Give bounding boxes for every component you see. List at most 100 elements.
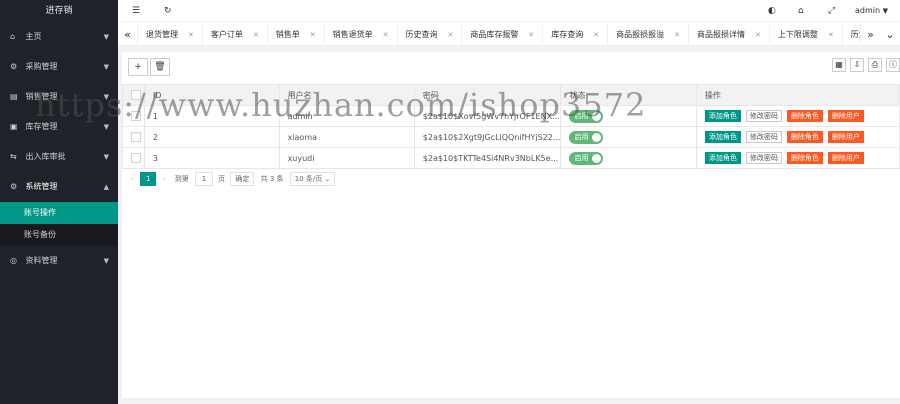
tab-history-2[interactable]: 历史查询✕ — [843, 24, 860, 46]
tab-label: 销售退货单 — [332, 30, 373, 39]
tabs-next-icon[interactable]: » — [860, 24, 880, 46]
cell-password: $2a$10$TKTTe4Si4NRv3NbLK5e... — [413, 147, 562, 169]
cell-id: 2 — [143, 126, 280, 148]
cell-username: xuyudi — [278, 147, 415, 169]
add-icon[interactable]: + — [128, 58, 148, 76]
sidebar-item-data[interactable]: ◎ 资料管理 ▼ — [0, 246, 118, 276]
row-checkbox-cell — [122, 126, 145, 148]
cell-status: 启用 — [560, 147, 697, 169]
close-icon[interactable]: ✕ — [593, 31, 599, 39]
user-name: admin — [854, 6, 881, 15]
skin-icon[interactable]: ◐ — [768, 0, 776, 22]
home-icon: ⌂ — [10, 32, 16, 41]
fullscreen-icon[interactable]: ⤢ — [828, 0, 835, 22]
sidebar-item-home[interactable]: ⌂ 主页 ▼ — [0, 22, 118, 52]
chevron-down-icon: ▼ — [103, 257, 109, 265]
pager-goto-input[interactable]: 1 — [194, 172, 213, 186]
cell-actions: 添加角色 修改密码 删除角色 删除用户 — [695, 147, 900, 169]
tab-history[interactable]: 历史查询 ✕ — [398, 24, 463, 46]
row-checkbox[interactable] — [131, 132, 141, 142]
settings-icon: ⚙ — [10, 182, 18, 191]
user-menu[interactable]: admin ▼ — [855, 0, 888, 22]
add-role-button[interactable]: 添加角色 — [704, 152, 741, 164]
tabs-list: 退货管理 ✕ 客户订单 ✕ 销售单 ✕ 销售退货单 ✕ 历史查询 ✕ 商品库存报警 ✕ 库存查询 ✕ 商品报… — [138, 24, 860, 46]
add-role-button[interactable]: 添加角色 — [704, 110, 741, 122]
sidebar-subitem-account-ops[interactable]: 账号操作 — [0, 202, 118, 224]
sidebar-item-approve[interactable]: ⇆ 出入库审批 ▼ — [0, 142, 118, 172]
close-icon[interactable]: ✕ — [310, 31, 316, 39]
close-icon[interactable]: ✕ — [528, 31, 534, 39]
tab-customer-order[interactable]: 客户订单 ✕ — [203, 24, 268, 46]
close-icon[interactable]: ✕ — [755, 31, 761, 39]
tag-icon[interactable]: ⌂ — [798, 0, 804, 22]
tabs-more-icon[interactable]: ⌄ — [880, 24, 900, 46]
sidebar-item-label: 采购管理 — [25, 62, 58, 71]
tab-sales-return[interactable]: 销售退货单 ✕ — [325, 24, 398, 46]
add-role-button[interactable]: 添加角色 — [704, 131, 741, 143]
close-icon[interactable]: ✕ — [383, 31, 389, 39]
change-password-button[interactable]: 修改密码 — [745, 131, 782, 143]
sidebar-subitem-account-backup[interactable]: 账号备份 — [0, 224, 118, 246]
tab-label: 客户订单 — [210, 30, 243, 39]
pager-page-size-select[interactable]: 10 条/页 ⌄ — [289, 172, 336, 186]
sales-icon: ▤ — [10, 92, 18, 101]
delete-user-button[interactable]: 删除用户 — [827, 110, 864, 122]
gear-icon: ⚙ — [10, 62, 18, 71]
print-icon[interactable]: ⎙ — [868, 58, 882, 72]
tabs-prev-icon[interactable]: « — [118, 24, 138, 46]
column-header-actions[interactable]: 操作 — [695, 84, 900, 106]
chevron-up-icon: ▲ — [103, 183, 109, 191]
close-icon[interactable]: ✕ — [188, 31, 194, 39]
tab-label: 商品报损报溢 — [616, 30, 665, 39]
close-icon[interactable]: ✕ — [448, 31, 454, 39]
change-password-button[interactable]: 修改密码 — [745, 110, 782, 122]
tab-stock-query[interactable]: 库存查询 ✕ — [543, 24, 609, 46]
chevron-down-icon: ▼ — [103, 63, 109, 71]
close-icon[interactable]: ✕ — [253, 31, 259, 39]
sidebar-item-purchase[interactable]: ⚙ 采购管理 ▼ — [0, 52, 118, 82]
close-icon[interactable]: ✕ — [828, 31, 834, 39]
close-icon[interactable]: ✕ — [674, 31, 680, 39]
table-row: 3 xuyudi $2a$10$TKTTe4Si4NRv3NbLK5e... 启… — [122, 147, 900, 169]
pager-prev-icon[interactable]: ‹ — [126, 170, 138, 188]
watermark: https://www.huzhan.com/ishop3572 — [35, 86, 647, 124]
tab-loss-detail[interactable]: 商品报损详情 ✕ — [689, 24, 770, 46]
pagination: ‹ 1 › 到第 1 页 确定 共 3 条 10 条/页 ⌄ — [126, 170, 336, 188]
delete-role-button[interactable]: 删除角色 — [786, 110, 823, 122]
tabs-bar: « 退货管理 ✕ 客户订单 ✕ 销售单 ✕ 销售退货单 ✕ 历史查询 ✕ 商品库存报警 ✕ 库存查询 ✕ 商… — [118, 24, 900, 46]
chevron-down-icon: ▼ — [103, 153, 109, 161]
tab-return-mgmt[interactable]: 退货管理 ✕ — [138, 24, 203, 46]
chevron-down-icon: ⌄ — [324, 175, 331, 183]
tab-limit-adjust[interactable]: 上下限调整 ✕ — [770, 24, 843, 46]
row-checkbox[interactable] — [131, 153, 141, 163]
tab-stock-alarm[interactable]: 商品库存报警 ✕ — [462, 24, 544, 46]
tab-sales-order[interactable]: 销售单 ✕ — [268, 24, 325, 46]
top-header: ☰ ↻ ◐ ⌂ ⤢ admin ▼ — [118, 0, 900, 22]
export-icon[interactable]: ⇩ — [850, 58, 864, 72]
delete-user-button[interactable]: 删除用户 — [827, 131, 864, 143]
cell-username: xiaoma — [278, 126, 415, 148]
pager-page-label: 页 — [218, 175, 226, 183]
pager-confirm-button[interactable]: 确定 — [230, 172, 255, 186]
delete-user-button[interactable]: 删除用户 — [827, 152, 864, 164]
info-icon[interactable]: ⓘ — [886, 58, 900, 72]
change-password-button[interactable]: 修改密码 — [745, 152, 782, 164]
data-icon: ◎ — [10, 256, 17, 265]
columns-icon[interactable]: ▦ — [832, 58, 846, 72]
refresh-icon[interactable]: ↻ — [164, 0, 172, 22]
tab-loss-overflow[interactable]: 商品报损报溢 ✕ — [608, 24, 689, 46]
app-logo-title: 进存销 — [0, 0, 118, 22]
delete-role-button[interactable]: 删除角色 — [786, 152, 823, 164]
sidebar-item-system[interactable]: ⚙ 系统管理 ▲ — [0, 172, 118, 202]
sidebar-item-label: 主页 — [25, 32, 42, 41]
menu-toggle-icon[interactable]: ☰ — [132, 0, 140, 22]
tab-label: 商品库存报警 — [470, 30, 519, 39]
cell-actions: 添加角色 修改密码 删除角色 删除用户 — [695, 126, 900, 148]
delete-icon[interactable]: 🗑 — [150, 58, 170, 76]
status-toggle[interactable]: 启用 — [569, 130, 604, 144]
sidebar-item-label: 出入库审批 — [25, 152, 66, 161]
status-toggle[interactable]: 启用 — [569, 151, 604, 165]
delete-role-button[interactable]: 删除角色 — [786, 131, 823, 143]
pager-next-icon[interactable]: › — [158, 170, 170, 188]
pager-current-page[interactable]: 1 — [140, 172, 157, 186]
